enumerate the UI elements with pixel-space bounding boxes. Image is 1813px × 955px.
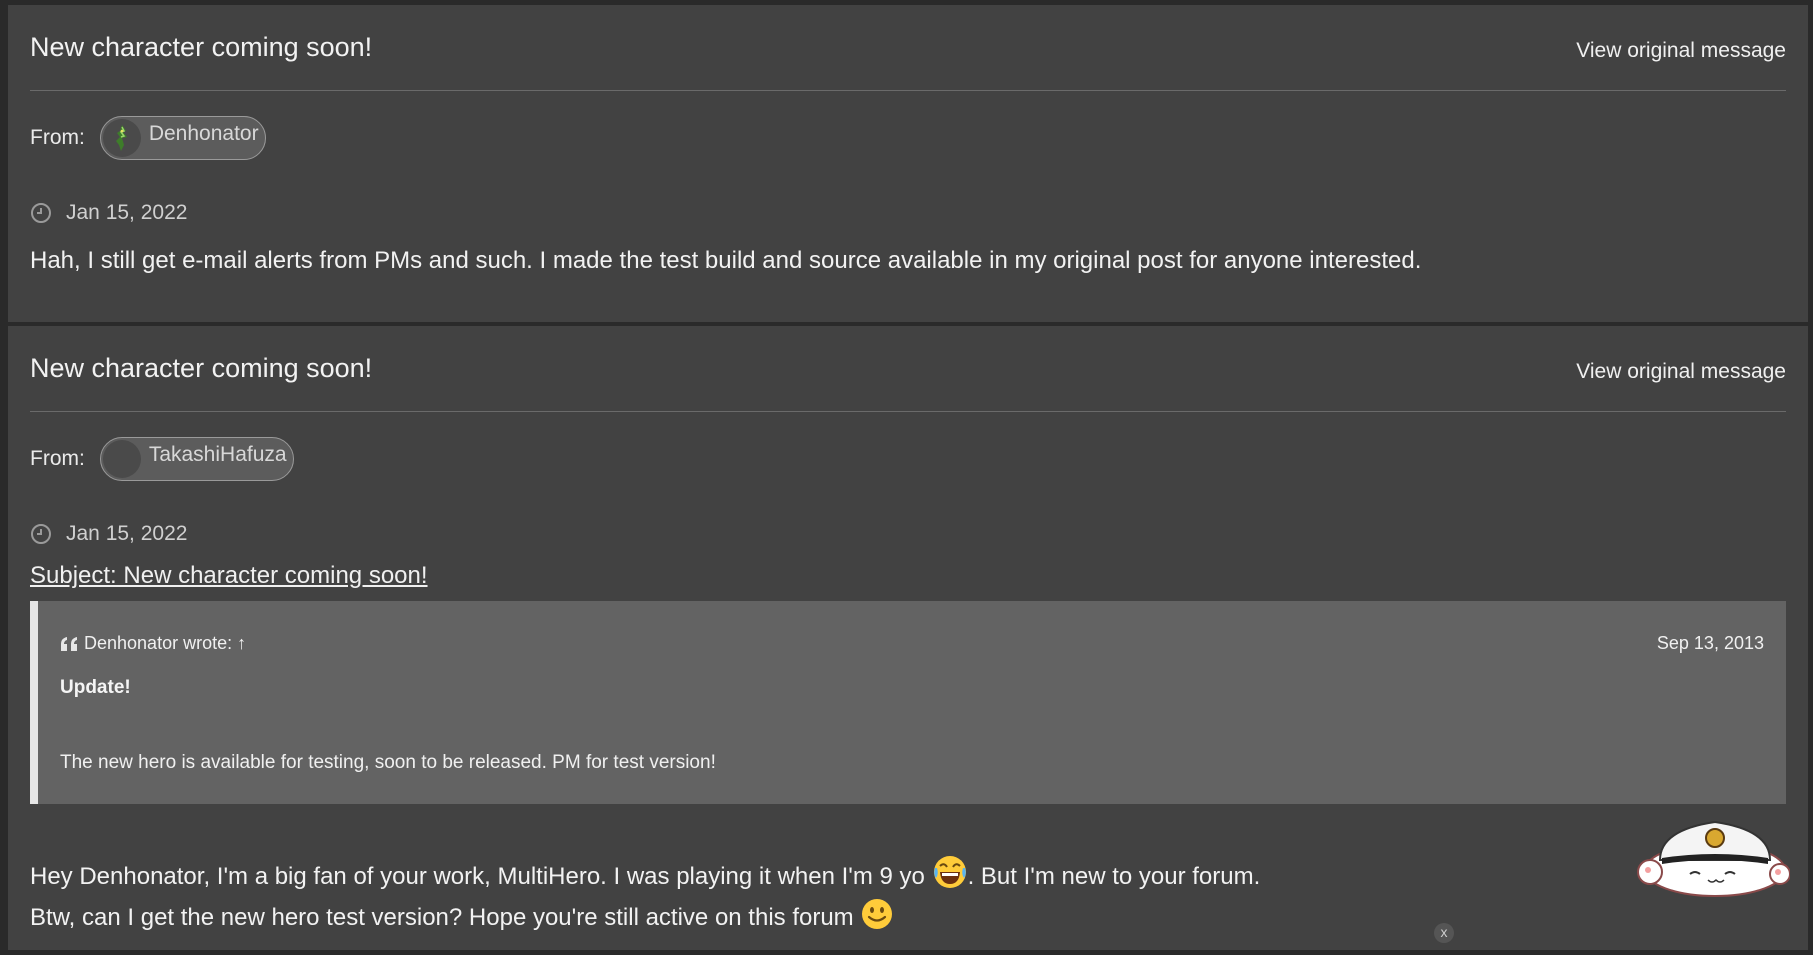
from-label: From: [30,447,85,470]
message-title: New character coming soon! [30,353,373,383]
message-body: Hey Denhonator, I'm a big fan of your wo… [30,854,1260,938]
clock-icon [31,203,51,223]
body-line: Hey Denhonator, I'm a big fan of your wo… [30,854,1260,897]
clock-icon [31,524,51,544]
author-name: TakashiHafuza [148,443,287,466]
body-line: Btw, can I get the new hero test version… [30,897,1260,938]
message-header: New character coming soon! View original… [30,326,1786,412]
from-row: From: TakashiHafuza [30,436,294,482]
message-date: Jan 15, 2022 [66,201,188,224]
message-title: New character coming soon! [30,32,373,62]
smile-emoji-icon [862,899,893,929]
body-text-part: Btw, can I get the new hero test version… [30,904,854,931]
close-sticker-button[interactable]: x [1434,923,1454,943]
quote-icon [61,636,77,651]
message-card: New character coming soon! View original… [8,326,1808,950]
sticker-image[interactable] [1630,800,1790,900]
message-body: Hah, I still get e-mail alerts from PMs … [30,247,1422,274]
message-header: New character coming soon! View original… [30,5,1786,91]
quote-date: Sep 13, 2013 [1656,633,1764,653]
message-card: New character coming soon! View original… [8,5,1808,322]
view-original-link[interactable]: View original message [1576,39,1786,63]
author-chip[interactable]: TakashiHafuza [99,437,294,481]
quote-heading: Update! [60,677,131,698]
quote-header: Denhonator wrote: ↑ [60,633,246,654]
author-name: Denhonator [148,122,259,145]
quote-text: The new hero is available for testing, s… [60,752,716,773]
message-date: Jan 15, 2022 [66,522,188,545]
go-to-post-arrow[interactable]: ↑ [237,633,246,654]
subject-link[interactable]: Subject: New character coming soon! [30,562,428,590]
laughing-emoji-icon [933,856,966,888]
view-original-link[interactable]: View original message [1576,360,1786,384]
from-row: From: Denhonator [30,115,266,161]
author-chip[interactable]: Denhonator [99,116,266,160]
from-label: From: [30,126,85,149]
date-row: Jan 15, 2022 [30,522,187,546]
quote-author: Denhonator wrote: [84,633,233,653]
avatar [102,119,141,157]
body-text-part: Hey Denhonator, I'm a big fan of your wo… [30,863,925,890]
quote-block: Denhonator wrote: ↑ Sep 13, 2013 Update!… [30,601,1786,804]
date-row: Jan 15, 2022 [30,201,187,225]
body-text-part: . But I'm new to your forum. [967,863,1261,890]
avatar [102,440,141,478]
